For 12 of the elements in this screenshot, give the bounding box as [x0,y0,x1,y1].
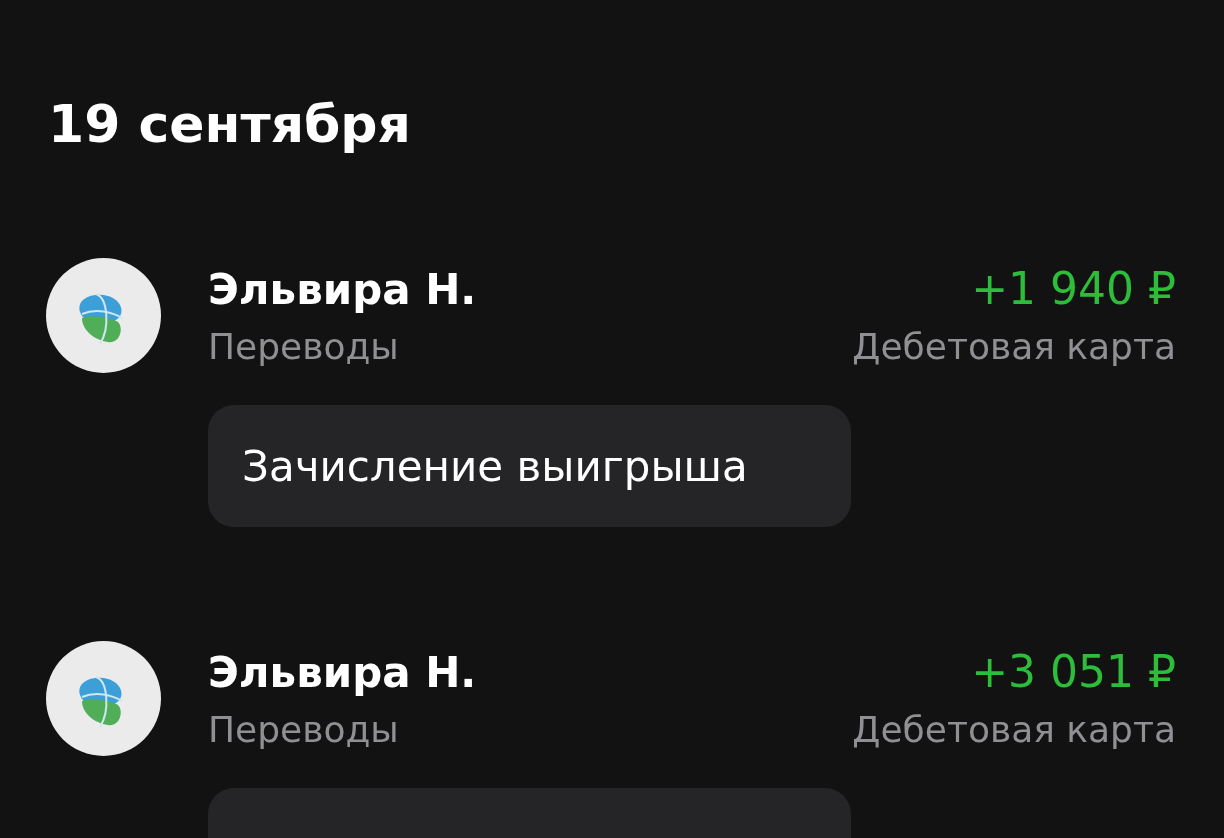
amount: +1 940 ₽ [971,262,1176,316]
account-label: Дебетовая карта [852,708,1176,752]
account-label: Дебетовая карта [852,325,1176,369]
sender-name: Эльвира Н. [208,264,477,316]
category-label: Переводы [208,325,399,369]
comment-text: Зачисление выигрыша [242,441,748,491]
bank-logo-icon [46,641,161,756]
date-heading: 19 сентября [48,93,412,156]
amount: +3 051 ₽ [971,645,1176,699]
category-label: Переводы [208,708,399,752]
bank-logo-icon [46,258,161,373]
sender-name: Эльвира Н. [208,647,477,699]
